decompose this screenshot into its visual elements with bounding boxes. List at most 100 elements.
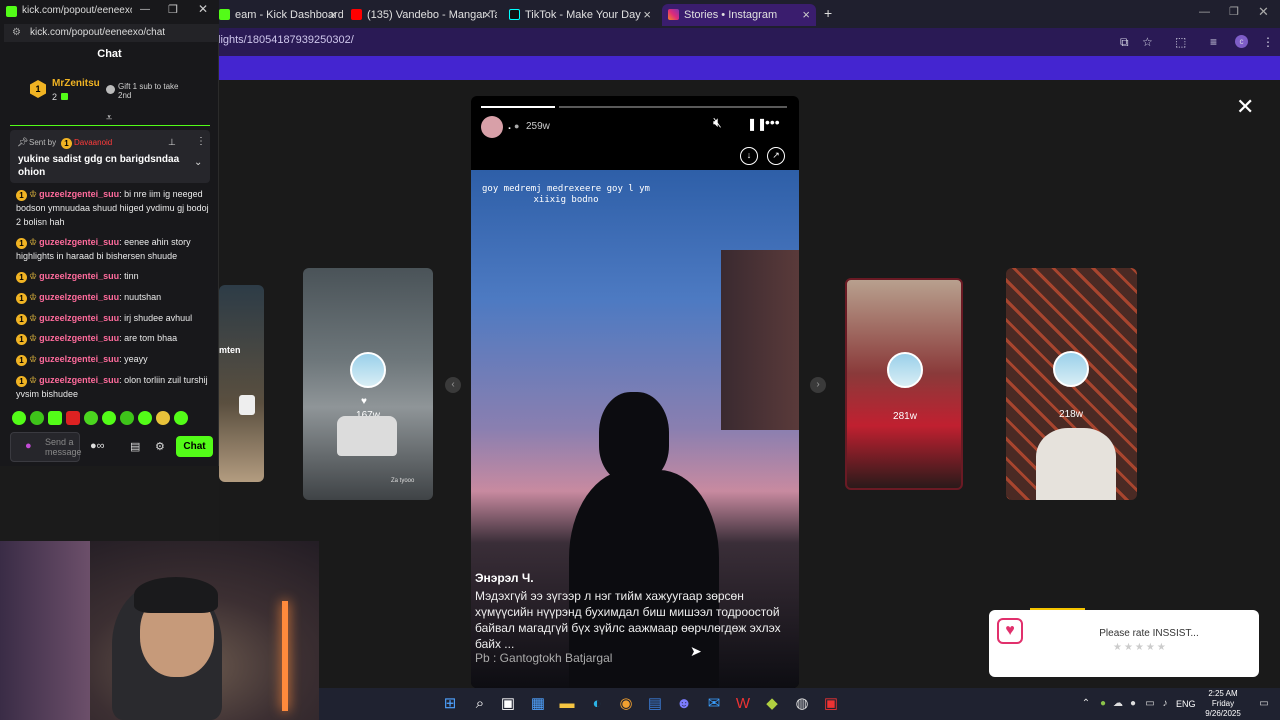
rate-extension-popup[interactable]: ♥ Please rate INSSIST... ★★★★★ — [989, 610, 1259, 677]
close-tab-icon[interactable]: × — [329, 4, 337, 26]
pinned-message[interactable]: 📌︎ Sent by 1 Davaanoid ⊥ ⋮ yukine sadist… — [10, 130, 210, 183]
emote-icon[interactable] — [102, 411, 116, 425]
send-chat-button[interactable]: Chat — [176, 436, 213, 457]
emote-icon[interactable] — [156, 411, 170, 425]
emote-icon[interactable] — [120, 411, 134, 425]
layers-app-icon[interactable]: ◆ — [762, 694, 782, 714]
close-viewer-button[interactable]: ✕ — [1236, 94, 1254, 120]
rate-popup-text: Please rate INSSIST... — [1099, 628, 1199, 639]
clock-date: 9/26/2025 — [1205, 709, 1241, 718]
chat-text: : irj shudee avhuul — [119, 313, 193, 323]
extensions-icon[interactable]: ⬚ — [1175, 35, 1186, 49]
collapse-leaderboard-icon[interactable]: ⩡ — [106, 112, 112, 125]
url-field[interactable]: lights/18054187939250302/ — [218, 34, 354, 46]
inssist-heart-icon: ♥ — [997, 618, 1023, 644]
profile-avatar-icon[interactable]: c — [1235, 35, 1248, 48]
chrome-icon[interactable]: ◉ — [616, 694, 636, 714]
story-card-left[interactable]: mten — [219, 285, 264, 482]
emote-icon[interactable] — [66, 411, 80, 425]
tab-kick-dashboard[interactable]: eam - Kick Dashboard × — [213, 4, 343, 26]
close-tab-icon[interactable]: × — [483, 4, 491, 26]
close-tab-icon[interactable]: × — [643, 4, 651, 26]
emote-icon[interactable] — [12, 411, 26, 425]
bookmark-star-icon[interactable]: ☆ — [1142, 35, 1153, 49]
gift-sub-hint[interactable]: Gift 1 sub to take 2nd — [118, 82, 188, 100]
edge-icon[interactable]: ◐ — [587, 694, 607, 714]
active-story[interactable]: . ● 259w 🔇︎ ❚❚ ••• ↓ ↗ goy medremj medre… — [471, 96, 799, 688]
minimize-window-icon[interactable]: — — [1199, 6, 1210, 18]
discord-icon[interactable]: ☻ — [674, 694, 694, 714]
chat-url-bar[interactable]: kick.com/popout/eeneexo/chat — [4, 24, 219, 42]
gifter-name[interactable]: MrZenitsu — [52, 78, 100, 89]
chat-username[interactable]: guzeelzgentei_suu — [39, 375, 119, 385]
emote-icon[interactable] — [30, 411, 44, 425]
chat-username[interactable]: guzeelzgentei_suu — [39, 313, 119, 323]
gift-icon — [61, 93, 68, 100]
close-tab-icon[interactable]: × — [802, 4, 810, 26]
chat-username[interactable]: guzeelzgentei_suu — [39, 189, 119, 199]
emote-icon[interactable] — [138, 411, 152, 425]
chat-settings-icon[interactable]: ⚙ — [155, 440, 165, 453]
tab-youtube[interactable]: (135) Vandebo - Mangar Ta × — [345, 4, 497, 26]
rating-stars[interactable]: ★★★★★ — [1113, 642, 1168, 653]
messenger-icon[interactable]: ✉ — [704, 694, 724, 714]
close-window-icon[interactable]: ✕ — [198, 2, 208, 16]
story-age: 281w — [893, 411, 917, 422]
more-options-icon[interactable]: ••• — [765, 114, 780, 130]
previous-story-button[interactable]: ‹ — [445, 377, 461, 393]
store-app-icon[interactable]: ▤ — [645, 694, 665, 714]
browser-menu-icon[interactable]: ⋮ — [1262, 35, 1274, 49]
emote-icon[interactable] — [48, 411, 62, 425]
expand-pinned-icon[interactable]: ⌄ — [194, 157, 202, 168]
story-card-167w[interactable]: ♥ 167w Za tyooo — [303, 268, 433, 500]
taskbar-app-icon[interactable]: ▣ — [821, 694, 841, 714]
chat-username[interactable]: guzeelzgentei_suu — [39, 292, 119, 302]
og-crown-icon: ♔ — [29, 271, 38, 281]
wps-icon[interactable]: W — [733, 694, 753, 714]
story-age: 259w — [526, 121, 550, 132]
restore-window-icon[interactable]: ❐ — [168, 3, 178, 16]
emote-icon[interactable] — [174, 411, 188, 425]
unpin-icon[interactable]: ⊥ — [168, 137, 176, 148]
microphone-icon[interactable]: ● — [25, 440, 32, 452]
search-icon[interactable]: ⌕ — [470, 694, 490, 714]
story-user-avatar[interactable] — [481, 116, 503, 138]
tab-tiktok[interactable]: TikTok - Make Your Day × — [503, 4, 657, 26]
share-icon[interactable]: ↗ — [767, 147, 785, 165]
chat-username[interactable]: guzeelzgentei_suu — [39, 333, 119, 343]
minimize-window-icon[interactable]: — — [140, 4, 150, 15]
pinned-sent-by-label: Sent by — [29, 138, 57, 147]
volume-icon[interactable]: ♪ — [1155, 694, 1175, 714]
language-indicator[interactable]: ENG — [1176, 699, 1196, 709]
next-story-button[interactable]: › — [810, 377, 826, 393]
emote-icon[interactable] — [84, 411, 98, 425]
system-clock[interactable]: 2:25 AM Friday 9/26/2025 — [1198, 689, 1248, 719]
mute-icon[interactable]: 🔇︎ — [713, 114, 722, 131]
pinned-more-icon[interactable]: ⋮ — [196, 136, 206, 147]
steam-icon[interactable]: ◍ — [792, 694, 812, 714]
notifications-icon[interactable]: ▭ — [1254, 694, 1274, 714]
store-icon[interactable]: ▤ — [130, 440, 140, 453]
story-username[interactable]: . — [508, 120, 511, 132]
file-explorer-icon[interactable]: ▬ — [557, 694, 577, 714]
close-window-icon[interactable]: ✕ — [1258, 4, 1269, 20]
chat-username[interactable]: guzeelzgentei_suu — [39, 271, 119, 281]
windows-start-icon[interactable]: ⊞ — [440, 694, 460, 714]
site-settings-icon[interactable]: ⚙ — [12, 27, 21, 38]
tab-instagram-stories[interactable]: Stories • Instagram × — [662, 4, 816, 26]
task-view-icon[interactable]: ▣ — [498, 694, 518, 714]
widgets-icon[interactable]: ▦ — [528, 694, 548, 714]
chat-input[interactable]: ● Send a message — [10, 432, 82, 462]
story-card-218w[interactable]: 218w — [1006, 268, 1137, 500]
install-app-icon[interactable]: ⧉ — [1120, 35, 1129, 50]
download-icon[interactable]: ↓ — [740, 147, 758, 165]
pinned-sender[interactable]: Davaanoid — [74, 138, 112, 147]
restore-window-icon[interactable]: ❐ — [1229, 5, 1239, 18]
chat-username[interactable]: guzeelzgentei_suu — [39, 354, 119, 364]
chat-username[interactable]: guzeelzgentei_suu — [39, 237, 119, 247]
story-card-281w[interactable]: 281w — [845, 278, 963, 490]
chat-message: 1 ♔ guzeelzgentei_suu: bi nre iim ig neege… — [16, 187, 212, 229]
new-tab-button[interactable]: + — [824, 5, 832, 21]
emote-picker-icon[interactable]: ●∞ — [90, 440, 105, 452]
media-control-icon[interactable]: ≡ — [1210, 35, 1217, 49]
